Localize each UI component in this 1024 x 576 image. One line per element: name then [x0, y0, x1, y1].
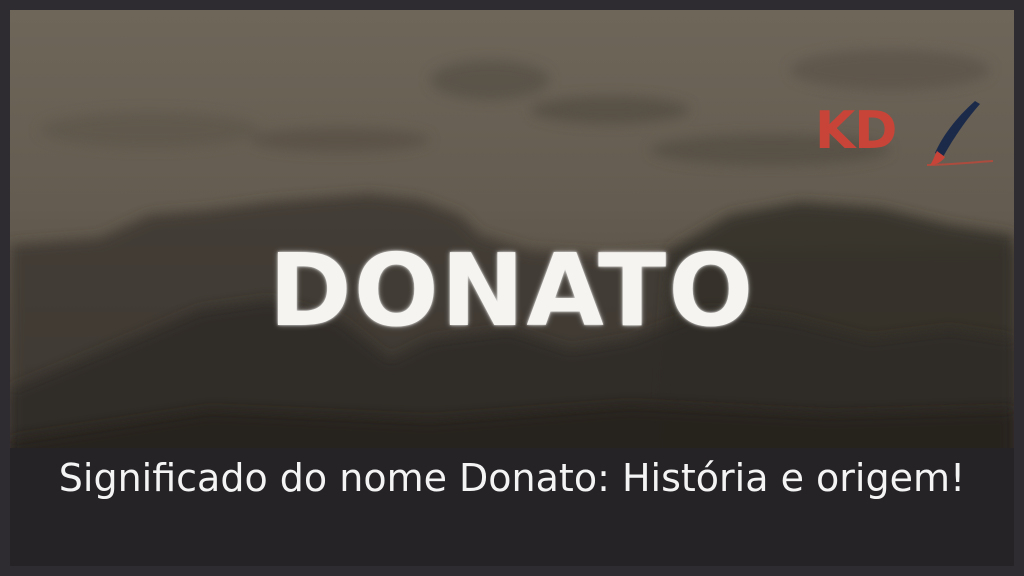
headline-name: DONATO	[268, 232, 756, 349]
paintbrush-icon	[926, 101, 994, 166]
caption-title: Significado do nome Donato: História e o…	[58, 456, 966, 500]
site-logo: KD	[815, 95, 995, 170]
caption-bar: Significado do nome Donato: História e o…	[10, 448, 1014, 566]
image-frame: DONATO KD Significado do nome Donato: Hi…	[0, 0, 1024, 576]
